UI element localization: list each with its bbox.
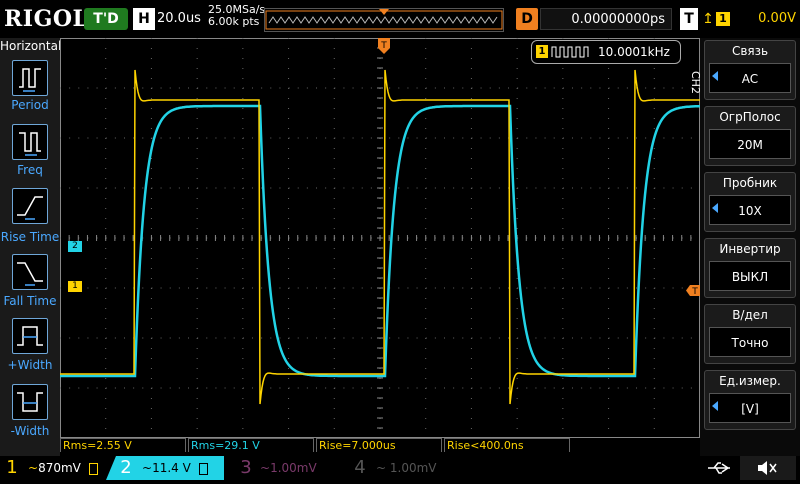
rise-time-button[interactable]	[12, 188, 48, 224]
ch2-scale-box[interactable]: ~11.4 V	[142, 458, 222, 478]
unit-menu-item[interactable]: Ед.измер. [V]	[704, 370, 796, 430]
neg-width-icon	[17, 392, 43, 412]
svg-text:T: T	[380, 41, 387, 51]
delay-label[interactable]: D	[516, 8, 538, 30]
frequency-counter[interactable]: 1 10.0001kHz	[531, 40, 681, 64]
ch3-scale: 1.00mV	[270, 461, 317, 475]
pos-width-label: +Width	[7, 358, 53, 372]
ch4-scale-box[interactable]: ~ 1.00mV	[376, 458, 460, 478]
menu-title: Horizontal	[0, 39, 62, 53]
freq-button[interactable]	[12, 124, 48, 160]
ch3-coupling: ~	[260, 461, 271, 475]
waveform-grid	[59, 37, 700, 438]
freq-label: Freq	[17, 163, 43, 177]
bandwidth-limit-menu-item[interactable]: ОгрПолос 20M	[704, 106, 796, 166]
left-arrow-icon	[712, 71, 718, 81]
period-label: Period	[11, 98, 49, 112]
square-wave-icon	[551, 46, 589, 58]
ch2-scale: 11.4 V	[152, 461, 191, 475]
rise-time-label: Rise Time	[0, 230, 60, 244]
channel-tab: CH2	[689, 70, 702, 94]
neg-width-label: -Width	[10, 424, 50, 438]
ch3-scale-box[interactable]: ~1.00mV	[260, 458, 344, 478]
coupling-value: AC	[709, 63, 791, 93]
volts-div-title: В/дел	[732, 308, 768, 322]
ch1-offset-marker[interactable]: 1	[68, 281, 82, 292]
probe-menu-item[interactable]: Пробник 10X	[704, 172, 796, 232]
measurement-ch2-rms[interactable]: Rms=29.1 V	[188, 438, 314, 452]
ch2-number[interactable]: 2	[116, 456, 136, 480]
coupling-title: Связь	[731, 44, 769, 58]
ch1-scale-box[interactable]: ~870mV	[28, 458, 112, 478]
usb-icon	[704, 458, 734, 478]
ch2-bandwidth-icon	[198, 462, 208, 475]
waveform-display[interactable]	[59, 37, 700, 438]
pos-width-button[interactable]	[12, 318, 48, 354]
fall-time-icon	[17, 262, 43, 286]
memory-waveform-strip[interactable]	[264, 8, 504, 32]
neg-width-button[interactable]	[12, 384, 48, 420]
fall-time-button[interactable]	[12, 254, 48, 290]
period-icon	[19, 68, 41, 92]
ch1-bandwidth-icon	[88, 462, 98, 475]
horizontal-label[interactable]: H	[133, 8, 155, 30]
memory-strip-svg	[265, 9, 503, 30]
horizontal-scale[interactable]: 20.0us	[157, 8, 203, 30]
rising-edge-icon: ↥	[702, 11, 714, 27]
ch4-scale: 1.00mV	[389, 461, 437, 475]
measurement-ch1-rise[interactable]: Rise=7.000us	[316, 438, 442, 452]
sound-button[interactable]	[740, 456, 796, 480]
period-button[interactable]	[12, 60, 48, 96]
ch1-number[interactable]: 1	[2, 456, 22, 480]
probe-title: Пробник	[722, 176, 778, 190]
measurement-ch2-rise[interactable]: Rise<400.0ns	[444, 438, 570, 452]
volts-div-value: Точно	[709, 327, 791, 357]
volts-div-menu-item[interactable]: В/дел Точно	[704, 304, 796, 364]
trigger-level-marker[interactable]: T	[686, 281, 700, 297]
measurement-ch1-rms[interactable]: Rms=2.55 V	[60, 438, 186, 452]
coupling-menu-item[interactable]: Связь AC	[704, 40, 796, 100]
freq-counter-value: 10.0001kHz	[598, 45, 670, 59]
trigger-source-badge[interactable]: 1	[716, 12, 730, 26]
rise-time-icon	[17, 196, 43, 220]
delay-value[interactable]: 0.00000000ps	[540, 8, 672, 30]
unit-title: Ед.измер.	[719, 374, 781, 388]
bandwidth-limit-value: 20M	[709, 129, 791, 159]
invert-title: Инвертир	[719, 242, 781, 256]
ch4-coupling: ~	[376, 461, 387, 475]
ch3-number[interactable]: 3	[236, 456, 256, 480]
ch2-offset-marker[interactable]: 2	[68, 241, 82, 252]
trigger-label[interactable]: T	[680, 8, 698, 30]
fall-time-label: Fall Time	[3, 294, 57, 308]
freq-icon	[19, 132, 41, 156]
ch1-coupling: ~	[28, 461, 39, 475]
freq-counter-channel: 1	[536, 45, 548, 58]
trigger-status-badge[interactable]: T'D	[84, 8, 128, 30]
trigger-position-marker[interactable]: T	[378, 38, 390, 54]
unit-value: [V]	[709, 393, 791, 423]
left-arrow-icon	[712, 401, 718, 411]
svg-text:T: T	[691, 287, 698, 296]
speaker-muted-icon	[758, 461, 777, 475]
pos-width-icon	[17, 326, 43, 346]
bandwidth-limit-title: ОгрПолос	[719, 110, 781, 124]
invert-menu-item[interactable]: Инвертир ВЫКЛ	[704, 238, 796, 298]
probe-value: 10X	[709, 195, 791, 225]
ch1-scale: 870mV	[38, 461, 81, 475]
invert-value: ВЫКЛ	[709, 261, 791, 291]
ch4-number[interactable]: 4	[350, 456, 370, 480]
left-arrow-icon	[712, 203, 718, 213]
memory-depth: 6.00k pts	[208, 15, 260, 28]
trigger-level[interactable]: 0.00V	[734, 8, 796, 30]
ch2-coupling: ~	[142, 461, 153, 475]
